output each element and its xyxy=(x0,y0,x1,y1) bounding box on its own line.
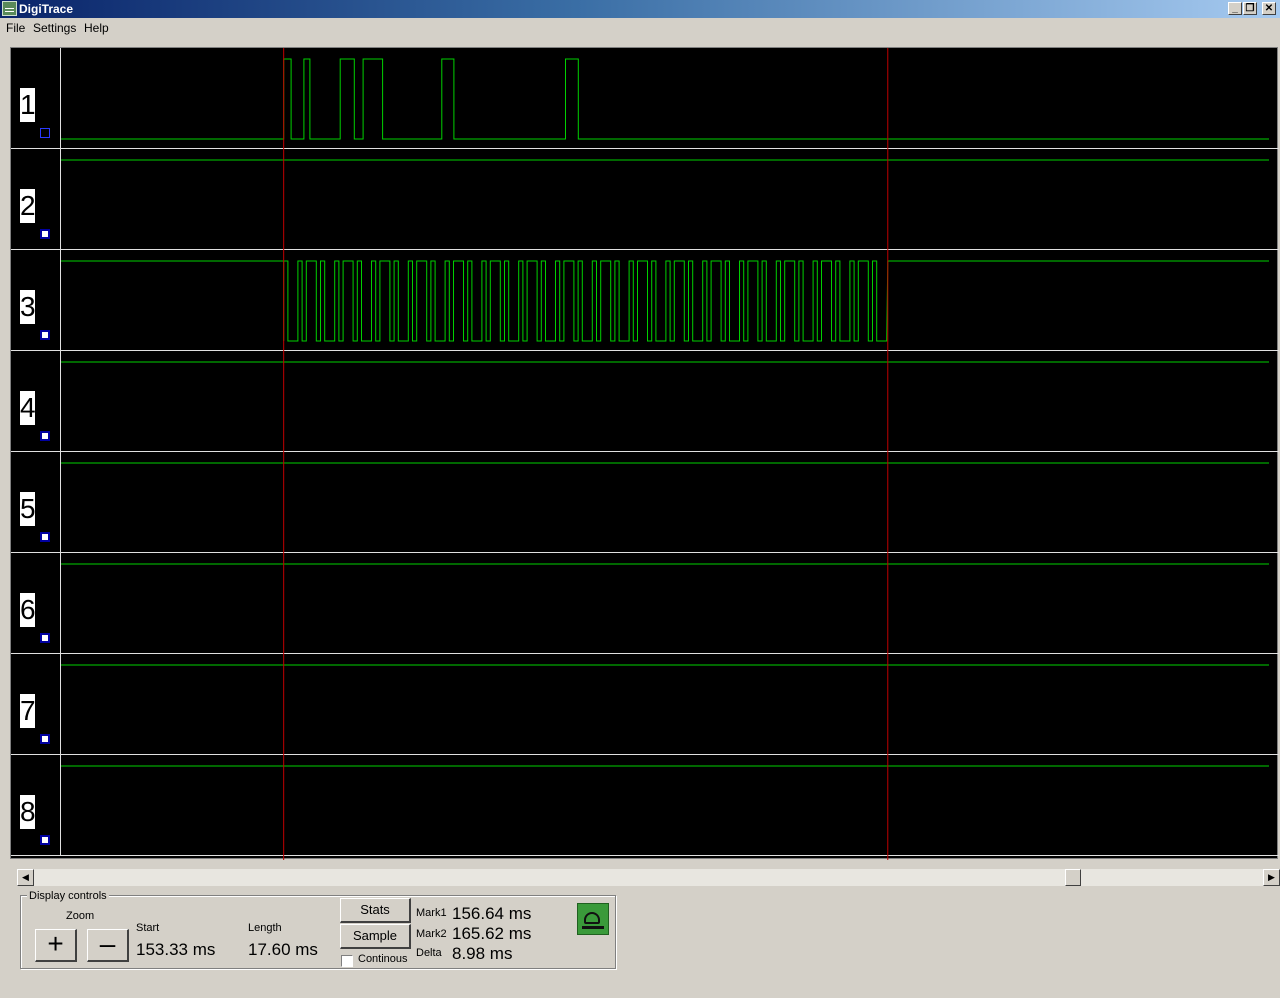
delta-label: Delta xyxy=(416,947,442,959)
app-icon[interactable] xyxy=(2,1,17,16)
menu-help[interactable]: Help xyxy=(84,21,109,35)
start-label: Start xyxy=(136,922,160,934)
delta-value: 8.98 ms xyxy=(452,944,513,963)
menu-bar: File Settings Help xyxy=(0,18,1280,38)
mark1-label: Mark1 xyxy=(416,907,447,919)
mark1-value: 156.64 ms xyxy=(452,904,532,923)
menu-file[interactable]: File xyxy=(6,21,25,35)
scroll-thumb[interactable] xyxy=(1065,869,1082,886)
waveform-canvas[interactable] xyxy=(11,48,1279,860)
title-bar: DigiTrace _ ❐ ✕ xyxy=(0,0,1280,18)
start-value: 153.33 ms xyxy=(136,940,216,959)
group-title: Display controls xyxy=(27,890,109,902)
mark2-label: Mark2 xyxy=(416,928,447,940)
window-title: DigiTrace xyxy=(19,2,74,16)
scroll-left-icon[interactable]: ◀ xyxy=(17,869,34,886)
mark2-value: 165.62 ms xyxy=(452,924,532,943)
zoom-in-button[interactable]: + xyxy=(35,929,77,962)
minimize-icon[interactable]: _ xyxy=(1228,2,1242,15)
waveform-channel-1 xyxy=(61,58,1269,140)
continuous-checkbox[interactable] xyxy=(341,955,353,967)
stats-button[interactable]: Stats xyxy=(340,898,411,923)
menu-settings[interactable]: Settings xyxy=(33,21,76,35)
horizontal-scrollbar[interactable]: ◀ ▶ xyxy=(17,869,1280,886)
continuous-label: Continous xyxy=(358,953,408,965)
close-icon[interactable]: ✕ xyxy=(1262,2,1276,15)
restore-icon[interactable]: ❐ xyxy=(1243,2,1257,15)
scroll-right-icon[interactable]: ▶ xyxy=(1263,869,1280,886)
waveform-channel-3 xyxy=(61,260,1269,342)
trace-display[interactable]: 12345678 xyxy=(10,47,1279,860)
length-value: 17.60 ms xyxy=(248,940,318,959)
pen-icon[interactable] xyxy=(577,903,609,935)
length-label: Length xyxy=(248,922,282,934)
zoom-out-button[interactable]: – xyxy=(87,929,129,962)
sample-button[interactable]: Sample xyxy=(340,924,411,949)
zoom-label: Zoom xyxy=(66,910,95,922)
